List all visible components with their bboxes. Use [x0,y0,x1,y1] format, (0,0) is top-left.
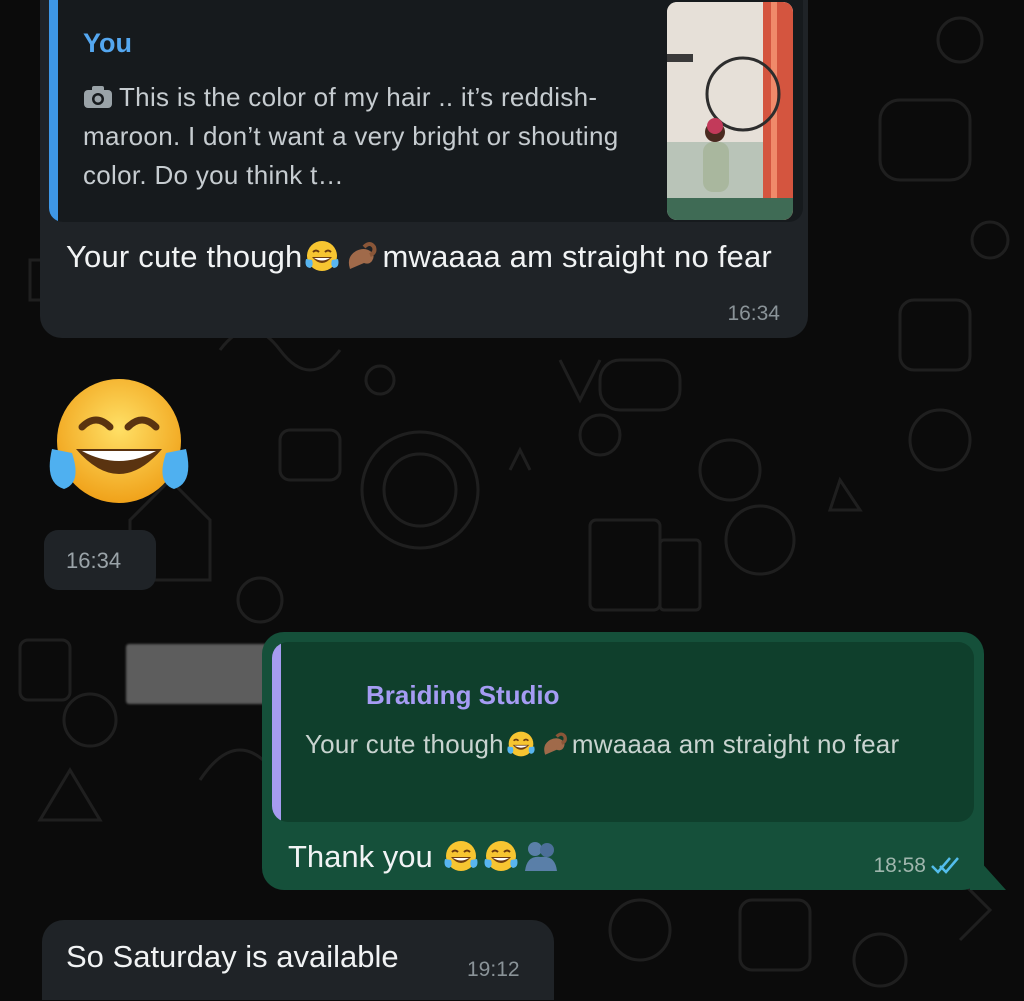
quote-text-content: This is the color of my hair .. it’s red… [83,82,619,190]
quote-author: Braiding Studio [366,680,560,710]
quote-text-part: mwaaaa am straight no fear [571,729,900,759]
quote-author: You [83,28,132,58]
face-with-tears-of-joy-icon [507,731,535,757]
message-text-part: mwaaaa am straight no fear [382,239,772,274]
message-timestamp: 18:58 [873,854,926,877]
message-bubble-outgoing[interactable]: Braiding Studio Your cute though mwaaaa … [262,632,1006,890]
double-check-read-icon [931,857,959,874]
message-bubble-incoming[interactable]: You This is the color of my hair .. it’s… [40,0,808,338]
quote-accent-bar [272,642,281,822]
message-timestamp: 16:34 [66,548,122,573]
face-with-tears-of-joy-icon [484,841,518,871]
message-text-part: Your cute though [66,239,303,274]
message-text: Thank you [288,834,561,880]
photo-thumbnail[interactable] [667,2,793,220]
message-timestamp: 16:34 [727,302,780,325]
people-hugging-icon [525,842,558,871]
quote-text: Your cute though mwaaaa am straight no f… [305,724,965,764]
quote-text-part: Your cute though [305,729,504,759]
quote-accent-bar [49,0,58,222]
message-timestamp-pill: 16:34 [44,530,156,590]
face-with-tears-of-joy-icon [444,841,478,871]
message-text-part: Thank you [288,839,433,874]
message-text: So Saturday is available [66,939,399,974]
quoted-reply[interactable]: Braiding Studio Your cute though mwaaaa … [272,642,974,822]
quoted-reply[interactable]: You This is the color of my hair .. it’s… [49,0,803,222]
quote-text: This is the color of my hair .. it’s red… [83,78,623,195]
face-with-tears-of-joy-icon [305,241,339,271]
camera-icon [84,86,112,108]
pinching-hand-icon [544,732,567,755]
pinching-hand-icon [349,242,377,269]
message-bubble-incoming[interactable]: So Saturday is available 19:12 [42,920,554,1000]
bubble-tail [970,850,1006,890]
message-text: Your cute though mwaaaa am straight no f… [66,234,786,280]
message-timestamp: 19:12 [467,958,520,981]
face-with-tears-of-joy-icon [49,379,189,503]
